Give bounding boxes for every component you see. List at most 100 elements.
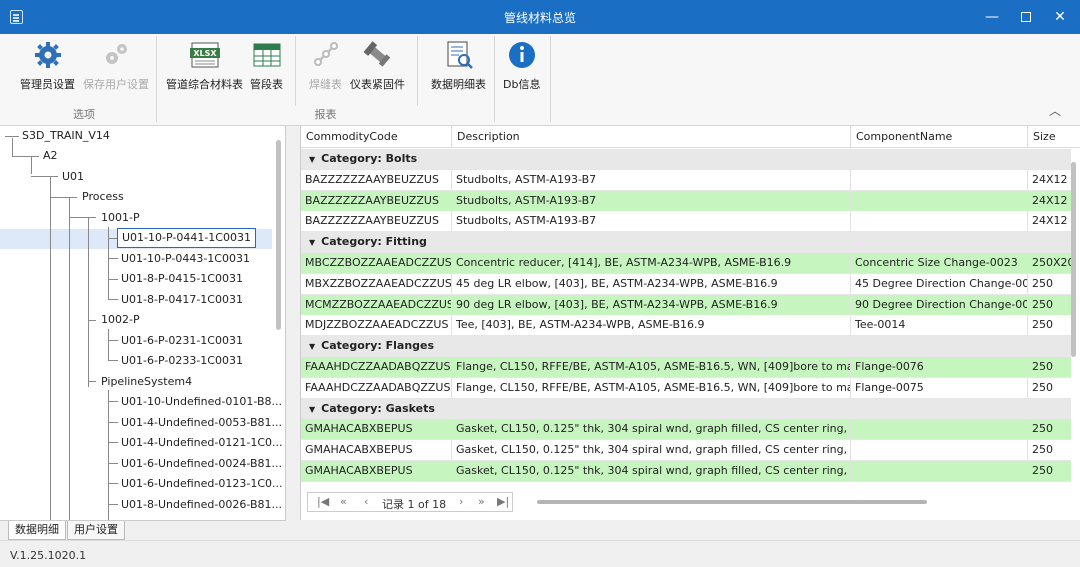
cell-comp: Concentric Size Change-0023 (851, 253, 1028, 273)
category-row[interactable]: ▼ Category: Bolts (301, 149, 1071, 170)
tree-node[interactable]: U01-6-P-0231-1C0031 (121, 331, 243, 351)
table-row[interactable]: BAZZZZZZAAYBEUZZUS Studbolts, ASTM-A193-B… (301, 211, 1071, 233)
pipe-mto-label: 管道综合材料表 (166, 78, 243, 91)
gear-icon (32, 40, 64, 70)
table-icon (251, 40, 283, 70)
cell-size: 250 (1028, 378, 1080, 398)
info-icon (506, 40, 538, 70)
table-row[interactable]: MBCZZBOZZAAEADCZZUS Concentric reducer, [… (301, 253, 1075, 274)
spool-table-label: 管段表 (250, 78, 283, 91)
cell-desc: Studbolts, ASTM-A193-B7 (452, 211, 851, 232)
spool-table-button[interactable]: 管段表 (250, 40, 283, 92)
cell-desc: Studbolts, ASTM-A193-B7 (452, 169, 851, 190)
cell-code: MBCZZBOZZAAEADCZZUS (301, 253, 452, 273)
collapse-arrow-icon[interactable]: ▼ (309, 337, 315, 357)
table-row[interactable]: GMAHACABXBEPUS Gasket, CL150, 0.125" thk,… (301, 461, 1071, 482)
table-row[interactable]: GMAHACABXBEPUS Gasket, CL150, 0.125" thk,… (301, 419, 1071, 441)
tree-line (12, 156, 39, 157)
first-page-icon[interactable]: |◀ (317, 495, 329, 508)
tree-node-root[interactable]: S3D_TRAIN_V14 (22, 126, 110, 146)
xlsx-icon: XLSX (189, 40, 221, 70)
tree-line (88, 217, 89, 387)
tree-node[interactable]: 1002-P (101, 310, 140, 330)
previous-block-icon[interactable]: « (340, 495, 347, 508)
cell-comp: 45 Degree Direction Change-0003 (851, 273, 1028, 294)
cell-code: MBXZZBOZZAAEADCZZUS (301, 273, 452, 294)
pager: |◀ « ‹ 记录 1 of 18 › » ▶| (307, 492, 513, 512)
close-button[interactable]: ✕ (1043, 0, 1077, 34)
tree-node[interactable]: U01-4-Undefined-0053-B81... (121, 413, 282, 433)
collapse-arrow-icon[interactable]: ▼ (309, 400, 315, 420)
tab-user-settings[interactable]: 用户设置 (67, 521, 125, 540)
next-block-icon[interactable]: » (478, 495, 485, 508)
category-row[interactable]: ▼ Category: Gaskets (301, 398, 1071, 420)
tree-node[interactable]: U01-10-Undefined-0101-B8... (121, 392, 282, 412)
tree-node[interactable]: U01-6-Undefined-0123-1C0... (121, 474, 283, 494)
next-page-icon[interactable]: › (459, 495, 463, 508)
table-row[interactable]: BAZZZZZZAAYBEUZZUS Studbolts, ASTM-A193-B… (301, 190, 1071, 212)
data-detail-button[interactable]: 数据明细表 (431, 40, 486, 92)
grid-vertical-scrollbar[interactable] (1071, 162, 1076, 357)
tree-line (88, 381, 96, 382)
instrument-bolts-button[interactable]: 仪表紧固件 (350, 40, 405, 92)
tree-node[interactable]: U01-8-Undefined-0026-B81... (121, 495, 282, 515)
grid-horizontal-scrollbar[interactable] (537, 500, 927, 504)
weld-table-button[interactable]: 焊缝表 (309, 40, 342, 92)
table-row[interactable]: MDJZZBOZZAAEADCZZUS Tee, [403], BE, ASTM-… (301, 315, 1071, 337)
tree-node[interactable]: U01-8-P-0417-1C0031 (121, 290, 243, 310)
category-row[interactable]: ▼ Category: Fitting (301, 232, 1071, 254)
tree-node[interactable]: Process (82, 187, 124, 207)
group-label-reports: 报表 (314, 108, 337, 121)
tree-node[interactable]: PipelineSystem4 (101, 372, 192, 392)
tree-node[interactable]: U01-4-Undefined-0121-1C0... (121, 433, 283, 453)
tree-node[interactable]: U01-6-Undefined-0024-B81... (121, 454, 282, 474)
minimize-button[interactable]: — (975, 0, 1009, 34)
table-row[interactable]: FAAAHDCZZAADABQZZUS Flange, CL150, RFFE/B… (301, 357, 1071, 378)
category-row[interactable]: ▼ Category: Flanges (301, 336, 1071, 358)
table-row[interactable]: BAZZZZZZAAYBEUZZUS Studbolts, ASTM-A193-B… (301, 169, 1071, 191)
collapse-arrow-icon[interactable]: ▼ (309, 233, 315, 253)
category-label: ▼ Category: Bolts (309, 149, 417, 170)
db-info-button[interactable]: Db信息 (503, 40, 540, 92)
previous-page-icon[interactable]: ‹ (364, 495, 368, 508)
pipe-mto-button[interactable]: XLSX 管道综合材料表 (166, 40, 243, 92)
tree-line (108, 422, 118, 423)
collapse-ribbon-icon[interactable]: ︿ (1049, 102, 1061, 119)
cell-size: 250 (1028, 461, 1080, 481)
tree-node[interactable]: A2 (43, 146, 58, 166)
cell-comp: Flange-0075 (851, 377, 1028, 398)
table-row[interactable]: MCMZZBOZZAAEADCZZUS 90 deg LR elbow, [403… (301, 294, 1071, 316)
tree-node[interactable]: 1001-P (101, 208, 140, 228)
table-row[interactable]: MBXZZBOZZAAEADCZZUS 45 deg LR elbow, [403… (301, 273, 1071, 295)
tree-node-selected[interactable]: U01-10-P-0441-1C0031 (117, 228, 256, 248)
category-title: Category: Flanges (321, 339, 435, 353)
tree-node[interactable]: U01-6-P-0233-1C0031 (121, 351, 243, 371)
last-page-icon[interactable]: ▶| (497, 495, 509, 508)
ribbon: 管理员设置 保存用户设置 选项 XLSX 管道综合材料表 管段表 焊缝表 仪表紧… (0, 34, 1080, 126)
admin-settings-button[interactable]: 管理员设置 (20, 40, 75, 92)
column-header-description[interactable]: Description (452, 126, 851, 148)
document-search-icon (443, 40, 475, 70)
save-user-settings-button[interactable]: 保存用户设置 (83, 40, 149, 92)
tab-data-detail[interactable]: 数据明细 (8, 521, 66, 540)
cell-code: MDJZZBOZZAAEADCZZUS (301, 315, 452, 336)
column-header-size[interactable]: Size (1028, 126, 1080, 148)
project-tree[interactable]: S3D_TRAIN_V14 A2 U01 Process 1001-P U01-… (0, 126, 286, 520)
tree-node[interactable]: U01-10-P-0443-1C0031 (121, 249, 250, 269)
tree-node[interactable]: U01-8-P-0415-1C0031 (121, 269, 243, 289)
tree-line (108, 329, 109, 360)
tree-node[interactable]: U01 (62, 167, 84, 187)
table-row[interactable]: GMAHACABXBEPUS Gasket, CL150, 0.125" thk,… (301, 440, 1071, 462)
bottom-tabs: 数据明细 用户设置 (0, 520, 286, 540)
maximize-button[interactable] (1009, 0, 1043, 34)
table-row[interactable]: FAAAHDCZZAADABQZZUS Flange, CL150, RFFE/B… (301, 377, 1071, 399)
cell-comp (851, 461, 1028, 481)
category-title: Category: Gaskets (321, 401, 435, 415)
collapse-arrow-icon[interactable]: ▼ (309, 150, 315, 170)
column-header-component-name[interactable]: ComponentName (851, 126, 1028, 148)
pager-record-text: 记录 1 of 18 (382, 498, 447, 511)
instrument-bolts-label: 仪表紧固件 (350, 78, 405, 91)
weld-table-label: 焊缝表 (309, 78, 342, 91)
tree-scrollbar[interactable] (276, 140, 281, 330)
column-header-commodity-code[interactable]: CommodityCode (301, 126, 452, 148)
